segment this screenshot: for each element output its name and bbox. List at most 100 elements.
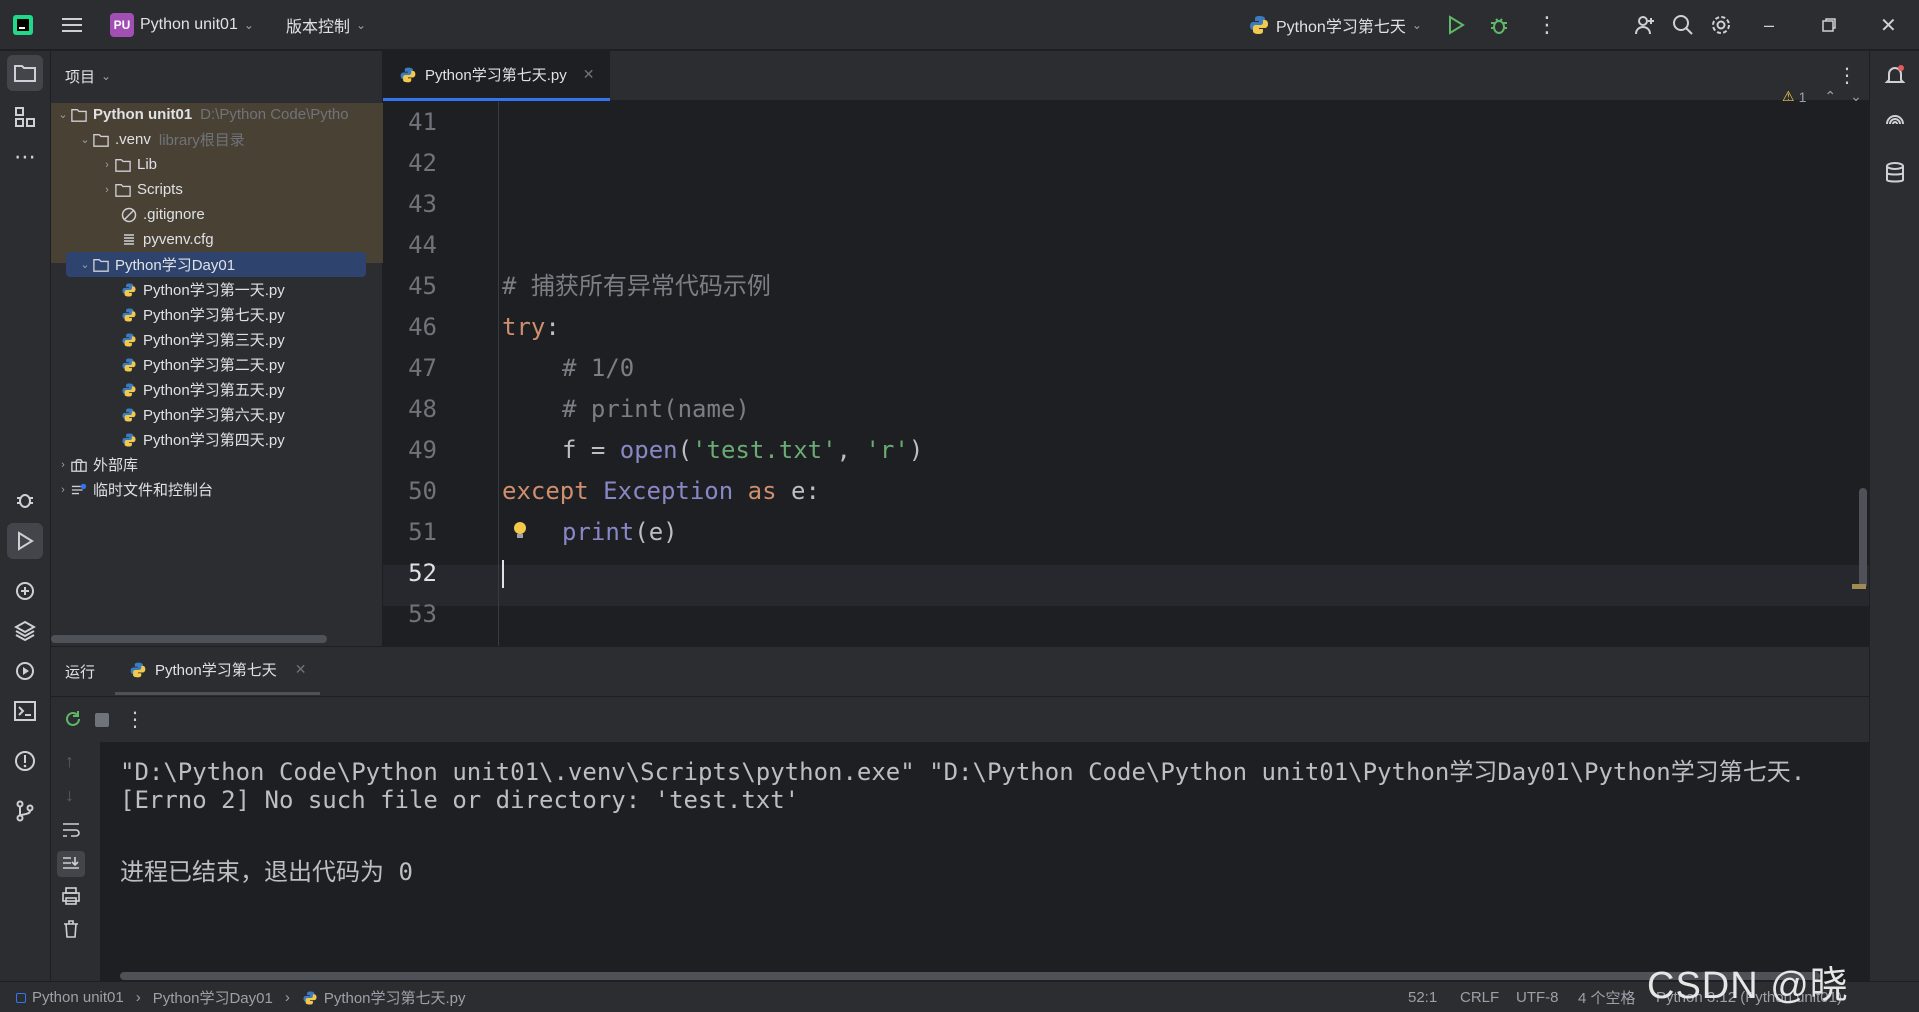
tree-item-gitignore[interactable]: .gitignore bbox=[51, 202, 383, 227]
tree-item-pyvenv-cfg[interactable]: pyvenv.cfg bbox=[51, 227, 383, 252]
debug-button[interactable] bbox=[1488, 0, 1510, 50]
chevron-down-icon: ⌄ bbox=[80, 134, 90, 146]
run-tool-icon[interactable] bbox=[7, 523, 43, 559]
code-line: print(e) bbox=[562, 512, 678, 553]
python-console-icon[interactable] bbox=[7, 573, 43, 609]
add-user-icon[interactable] bbox=[1634, 0, 1656, 50]
print-icon[interactable] bbox=[61, 887, 81, 905]
settings-gear-icon[interactable] bbox=[1710, 0, 1732, 50]
tree-item-label: 临时文件和控制台 bbox=[93, 482, 214, 499]
tree-item-scripts[interactable]: › Scripts bbox=[51, 177, 383, 202]
scratches-icon bbox=[71, 483, 87, 494]
tree-item-label: .gitignore bbox=[143, 206, 205, 223]
structure-tool-icon[interactable] bbox=[7, 99, 43, 135]
notifications-bell-icon[interactable] bbox=[1877, 57, 1913, 93]
search-icon[interactable] bbox=[1672, 0, 1694, 50]
chevron-up-icon[interactable]: ⌃ bbox=[1824, 88, 1836, 105]
tree-item-scratches[interactable]: › 临时文件和控制台 bbox=[51, 477, 383, 502]
project-switcher[interactable]: PU Python unit01 ⌄ bbox=[110, 0, 254, 50]
chevron-down-icon[interactable]: ⌄ bbox=[1850, 88, 1862, 105]
indent-setting[interactable]: 4 个空格 bbox=[1578, 982, 1636, 1012]
editor-tab-bar: Python学习第七天.py ✕ ⋮ bbox=[383, 51, 1869, 101]
debug-tool-icon[interactable] bbox=[7, 481, 43, 517]
main-menu-icon[interactable] bbox=[62, 0, 82, 50]
services-icon[interactable] bbox=[7, 653, 43, 689]
arrow-down-icon[interactable]: ↓ bbox=[65, 785, 74, 806]
vcs-menu[interactable]: 版本控制 ⌄ bbox=[286, 0, 366, 50]
chevron-right-icon: › bbox=[105, 183, 109, 196]
tab-options-icon[interactable]: ⋮ bbox=[1837, 63, 1857, 88]
editor-vertical-scrollbar[interactable] bbox=[1859, 488, 1867, 588]
editor-tab-active[interactable]: Python学习第七天.py ✕ bbox=[383, 51, 611, 101]
console-horizontal-scrollbar[interactable] bbox=[120, 972, 1820, 980]
caret-position[interactable]: 52:1 bbox=[1408, 982, 1437, 1012]
project-panel-header[interactable]: 项目 ⌄ bbox=[65, 51, 111, 101]
soft-wrap-icon[interactable] bbox=[61, 821, 81, 839]
code-editor[interactable]: # 捕获所有异常代码示例 try: # 1/0 # print(name) f … bbox=[500, 88, 1869, 646]
project-tool-icon[interactable] bbox=[7, 55, 43, 91]
code-token: , bbox=[836, 436, 866, 464]
close-tab-icon[interactable]: ✕ bbox=[583, 66, 595, 83]
python-file-icon bbox=[303, 990, 317, 1005]
code-keyword: try bbox=[502, 313, 546, 341]
run-tab[interactable]: Python学习第七天 ✕ bbox=[115, 647, 321, 695]
tree-item-hint: library根目录 bbox=[158, 132, 245, 149]
chevron-right-icon: › bbox=[61, 483, 65, 496]
tree-item-label: .venv bbox=[115, 131, 151, 148]
tree-item-file[interactable]: Python学习第四天.py bbox=[51, 427, 383, 452]
more-tools-icon[interactable]: ⋯ bbox=[7, 139, 43, 175]
inspection-widget[interactable]: ⚠ 1 ⌃ ⌄ bbox=[1782, 88, 1862, 105]
git-icon[interactable] bbox=[7, 793, 43, 829]
tree-item-file[interactable]: Python学习第五天.py bbox=[51, 377, 383, 402]
tree-item-day01-folder[interactable]: ⌄ Python学习Day01 bbox=[66, 252, 366, 277]
python-file-icon bbox=[122, 357, 136, 372]
problems-icon[interactable] bbox=[7, 743, 43, 779]
tree-item-external-libs[interactable]: › 外部库 bbox=[51, 452, 383, 477]
code-line: # 1/0 bbox=[562, 348, 634, 389]
trash-icon[interactable] bbox=[61, 919, 81, 939]
tree-item-label: Python学习第三天.py bbox=[143, 332, 285, 349]
chevron-right-icon: › bbox=[105, 158, 109, 171]
line-number: 45 bbox=[408, 272, 437, 300]
close-window-icon[interactable]: ✕ bbox=[1880, 0, 1897, 50]
more-options-icon[interactable]: ⋮ bbox=[125, 707, 145, 732]
tree-item-venv[interactable]: ⌄ .venv library根目录 bbox=[51, 127, 383, 152]
tree-item-file[interactable]: Python学习第一天.py bbox=[51, 277, 383, 302]
tree-item-file[interactable]: Python学习第六天.py bbox=[51, 402, 383, 427]
tree-item-project-root[interactable]: ⌄ Python unit01 D:\Python Code\Pytho bbox=[51, 102, 383, 127]
project-horizontal-scrollbar[interactable] bbox=[51, 635, 327, 643]
tree-item-file[interactable]: Python学习第七天.py bbox=[51, 302, 383, 327]
tree-item-lib[interactable]: › Lib bbox=[51, 152, 383, 177]
code-token: (e) bbox=[634, 518, 678, 546]
code-keyword: as bbox=[747, 477, 777, 505]
python-packages-icon[interactable] bbox=[7, 613, 43, 649]
console-output[interactable]: "D:\Python Code\Python unit01\.venv\Scri… bbox=[100, 742, 1869, 981]
breadcrumb-item[interactable]: Python学习第七天.py bbox=[324, 987, 466, 1008]
run-button[interactable] bbox=[1447, 0, 1465, 50]
tree-item-file[interactable]: Python学习第三天.py bbox=[51, 327, 383, 352]
run-config-selector[interactable]: Python学习第七天 ⌄ bbox=[1248, 0, 1422, 50]
terminal-icon[interactable] bbox=[7, 693, 43, 729]
rerun-icon[interactable] bbox=[63, 709, 83, 729]
lightbulb-icon[interactable] bbox=[512, 520, 528, 547]
breadcrumb-item[interactable]: Python学习Day01 bbox=[153, 987, 273, 1008]
tree-item-label: pyvenv.cfg bbox=[143, 231, 214, 248]
more-actions-icon[interactable]: ⋮ bbox=[1536, 0, 1558, 50]
arrow-up-icon[interactable]: ↑ bbox=[65, 751, 74, 772]
restore-icon[interactable] bbox=[1822, 0, 1836, 50]
close-tab-icon[interactable]: ✕ bbox=[295, 661, 307, 678]
database-icon[interactable] bbox=[1877, 155, 1913, 191]
tree-item-file[interactable]: Python学习第二天.py bbox=[51, 352, 383, 377]
tree-item-label: Python学习Day01 bbox=[115, 257, 236, 274]
file-encoding[interactable]: UTF-8 bbox=[1516, 982, 1559, 1012]
breadcrumb-item[interactable]: Python unit01 bbox=[32, 989, 124, 1006]
line-separator[interactable]: CRLF bbox=[1460, 982, 1499, 1012]
ai-assistant-icon[interactable] bbox=[1877, 105, 1913, 141]
scroll-to-end-icon[interactable] bbox=[57, 851, 85, 877]
stop-icon[interactable] bbox=[95, 713, 109, 727]
chevron-down-icon: ⌄ bbox=[101, 69, 112, 83]
line-number: 42 bbox=[408, 149, 437, 177]
code-line: try: bbox=[502, 307, 560, 348]
minimize-icon[interactable]: – bbox=[1764, 0, 1774, 50]
tree-item-label: Python学习第一天.py bbox=[143, 282, 285, 299]
